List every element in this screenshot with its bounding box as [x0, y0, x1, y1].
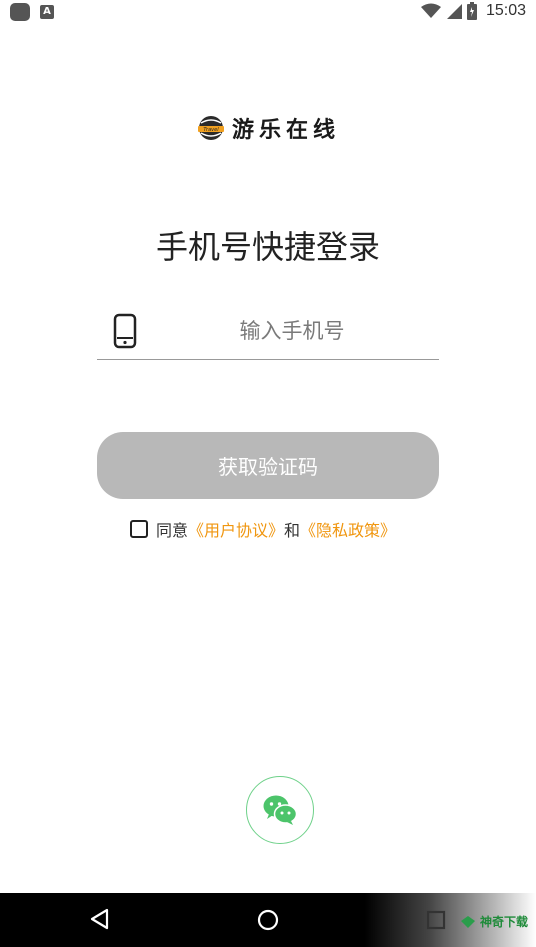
- agree-checkbox[interactable]: [130, 520, 148, 538]
- wifi-icon: [420, 3, 441, 18]
- signal-icon: [446, 4, 462, 19]
- phone-input[interactable]: [157, 313, 427, 349]
- phone-field: [97, 303, 439, 360]
- recents-square-icon[interactable]: [426, 910, 446, 930]
- watermark-text: 神奇下载: [479, 915, 528, 929]
- back-triangle-icon[interactable]: [88, 907, 110, 931]
- wechat-login-button[interactable]: [246, 776, 314, 844]
- user-agreement-link[interactable]: 《用户协议》: [188, 517, 284, 541]
- home-circle-icon[interactable]: [256, 908, 280, 932]
- agree-prefix: 同意: [156, 521, 189, 540]
- battery-icon: [466, 2, 477, 20]
- agreement-row: 同意 《用户协议》 和 《隐私政策》: [130, 518, 396, 540]
- travel-globe-logo: Travel: [197, 116, 224, 140]
- logo-mark-text: Travel: [203, 127, 219, 133]
- watermark: 神奇下载: [460, 913, 528, 930]
- brand-logo: Travel 游乐在线: [0, 112, 536, 144]
- notification-dot-icon: [10, 3, 30, 21]
- get-code-label: 获取验证码: [218, 455, 318, 479]
- watermark-logo-icon: [460, 915, 475, 928]
- page-title: 手机号快捷登录: [155, 228, 380, 266]
- get-code-button[interactable]: 获取验证码: [97, 432, 439, 499]
- status-right: 15:03: [420, 0, 526, 22]
- status-bar: A 15:03: [0, 0, 536, 24]
- status-time: 15:03: [485, 2, 526, 19]
- brand-name: 游乐在线: [231, 118, 340, 143]
- system-nav-bar: 神奇下载: [0, 893, 536, 947]
- wechat-icon: [263, 795, 298, 825]
- android-a-icon: A: [40, 5, 54, 19]
- agree-and: 和: [284, 521, 301, 540]
- phone-icon: [113, 313, 137, 349]
- status-left: A: [10, 3, 54, 21]
- privacy-policy-link[interactable]: 《隐私政策》: [300, 517, 396, 541]
